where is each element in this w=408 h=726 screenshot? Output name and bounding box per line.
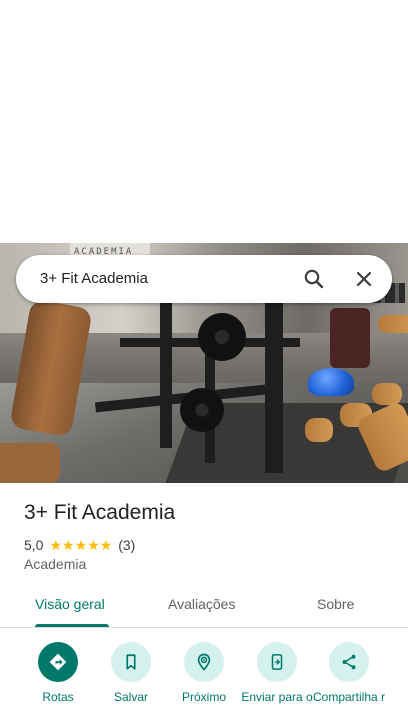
save-button[interactable]: Salvar [94, 642, 168, 704]
send-to-phone-label: Enviar para o [241, 690, 313, 704]
photo-frame [160, 298, 172, 448]
photo-leg-pad [372, 383, 402, 405]
directions-icon [38, 642, 78, 682]
search-icon[interactable] [302, 267, 326, 291]
send-to-phone-button[interactable]: Enviar para o [240, 642, 314, 704]
photo-leg-pad [305, 418, 333, 442]
search-query[interactable]: 3+ Fit Academia [40, 270, 148, 287]
rating-row[interactable]: 5,0 ★★★★★ (3) [24, 536, 135, 554]
bookmark-icon [111, 642, 151, 682]
tab-about[interactable]: Sobre [317, 596, 354, 612]
photo-leg-pad [378, 315, 408, 333]
place-category: Academia [24, 556, 87, 572]
rating-count: (3) [118, 537, 136, 553]
close-icon[interactable] [352, 267, 376, 291]
send-to-phone-icon [257, 642, 297, 682]
directions-label: Rotas [42, 690, 74, 704]
tab-overview[interactable]: Visão geral [35, 596, 105, 612]
photo-weight-plate [198, 313, 246, 361]
nearby-label: Próximo [181, 690, 226, 704]
photo-weight-plate [180, 388, 224, 432]
nearby-button[interactable]: Próximo [167, 642, 241, 704]
photo-bench-base [0, 443, 60, 483]
active-tab-indicator [35, 624, 109, 627]
tab-bar: Visão geral Avaliações Sobre [0, 584, 408, 628]
tab-reviews[interactable]: Avaliações [168, 596, 235, 612]
nearby-icon [184, 642, 224, 682]
photo-frame [265, 293, 283, 473]
search-bar[interactable]: 3+ Fit Academia [16, 255, 392, 303]
photo-red-pad [330, 308, 370, 368]
star-rating-icon: ★★★★★ [49, 536, 113, 553]
share-button[interactable]: Compartilha r [312, 642, 386, 704]
directions-button[interactable]: Rotas [21, 642, 95, 704]
share-label: Compartilha r [312, 690, 386, 704]
map-area[interactable] [0, 0, 408, 243]
share-icon [329, 642, 369, 682]
save-label: Salvar [113, 690, 148, 704]
photo-balance-ball [308, 368, 354, 396]
rating-value: 5,0 [24, 537, 44, 553]
place-title: 3+ Fit Academia [24, 501, 176, 524]
